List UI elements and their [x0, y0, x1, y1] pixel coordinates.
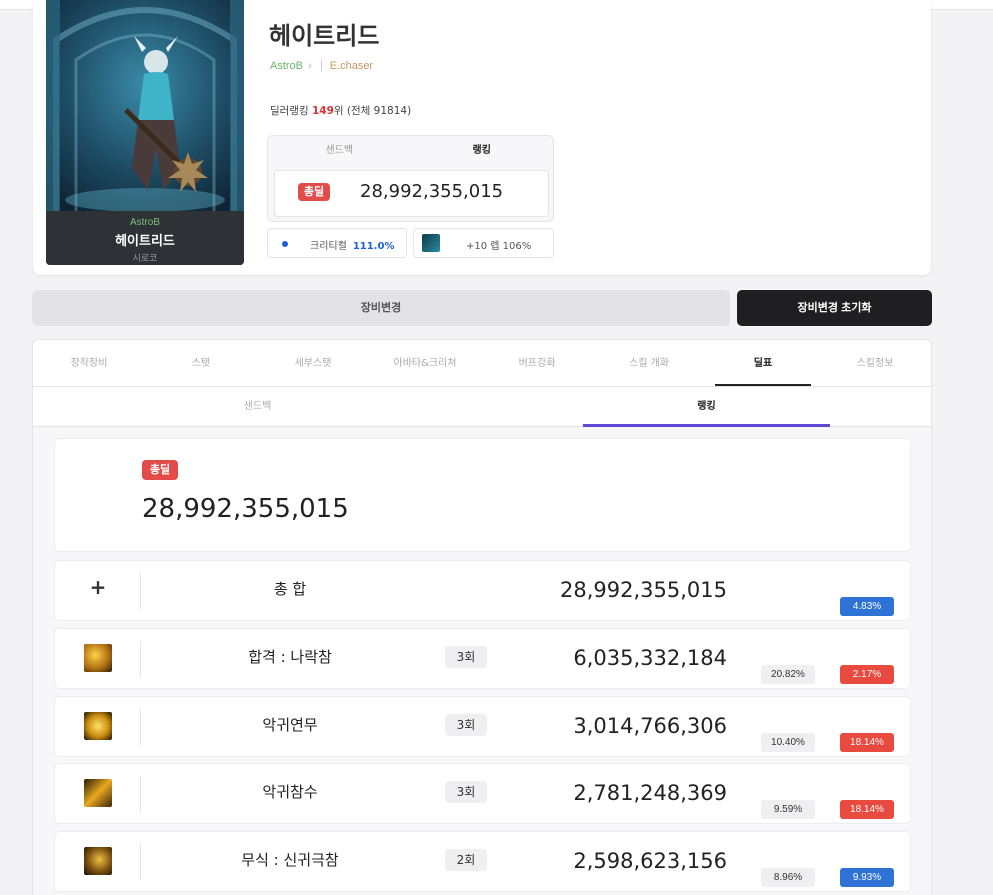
- damage-share: 10.40%: [761, 733, 815, 752]
- plus-icon[interactable]: +: [85, 575, 111, 599]
- skill-damage: 6,035,332,184: [573, 646, 727, 670]
- row-divider: [140, 573, 141, 609]
- skill-name: 악귀참수: [262, 783, 318, 801]
- hit-count: 3회: [445, 646, 487, 668]
- total-damage-value: 28,992,355,015: [360, 181, 504, 202]
- caption-job: 시로코: [132, 254, 158, 264]
- total-card-value: 28,992,355,015: [142, 494, 349, 524]
- hit-count: 3회: [445, 781, 487, 803]
- row-divider: [140, 641, 141, 677]
- adventure-link[interactable]: AstroB: [270, 60, 303, 72]
- change-badge: 2.17%: [840, 665, 894, 684]
- damage-total: 총딜 28,992,355,015: [274, 170, 549, 217]
- ranking-label: 딜러랭킹: [270, 105, 309, 117]
- damage-tab-sandbag[interactable]: 샌드백: [268, 136, 411, 166]
- tab-damage-table[interactable]: 딜표: [707, 340, 819, 387]
- damage-summary-box: 샌드백 랭킹 총딜 28,992,355,015: [267, 135, 554, 222]
- equipment-reset-button[interactable]: 장비변경 초기화: [737, 290, 932, 326]
- change-badge: 18.14%: [840, 800, 894, 819]
- damage-tabs: 샌드백 랭킹: [268, 136, 553, 166]
- tab-buff-enhance[interactable]: 버프강화: [481, 340, 593, 387]
- skill-name: 무식 : 신귀극참: [241, 851, 339, 869]
- skill-damage: 3,014,766,306: [573, 714, 727, 738]
- chevron-right-icon: ›: [308, 60, 312, 72]
- skill-damage: 2,781,248,369: [573, 781, 727, 805]
- skill-akgwichamsu-icon: [84, 779, 112, 807]
- skill-name: 총 합: [273, 580, 307, 598]
- equipment-change-button[interactable]: 장비변경: [32, 290, 730, 326]
- character-art-icon: [46, 0, 244, 211]
- dealer-ranking: 딜러랭킹 149위 (전체 91814): [270, 103, 411, 118]
- total-card-badge: 총딜: [142, 460, 178, 480]
- crit-stat: 크리티컬 111.0%: [267, 228, 407, 258]
- skill-naracham-icon: [84, 644, 112, 672]
- skill-damage: 28,992,355,015: [560, 578, 727, 602]
- ranking-total: (전체 91814): [346, 105, 412, 117]
- damage-share: 8.96%: [761, 868, 815, 887]
- total-damage-card: 총딜 28,992,355,015: [54, 438, 911, 552]
- skill-akgwiyeonmu-icon: [84, 712, 112, 740]
- caption-adventure: AstroB: [129, 217, 160, 228]
- row-divider: [140, 709, 141, 745]
- character-name: 헤이트리드: [269, 22, 380, 50]
- row-divider: [140, 776, 141, 812]
- table-row[interactable]: 악귀연무 3회 3,014,766,306 10.40% 18.14%: [54, 696, 911, 757]
- damage-tab-ranking[interactable]: 랭킹: [411, 136, 554, 166]
- crit-label: 크리티컬: [310, 241, 347, 252]
- damage-share: 20.82%: [761, 665, 815, 684]
- row-divider: [140, 844, 141, 880]
- profile-card: AstroB 헤이트리드 시로코 헤이트리드 AstroB › E.chaser…: [33, 0, 931, 275]
- damage-share: 9.59%: [761, 800, 815, 819]
- element-label: +10 렙 106%: [466, 241, 532, 252]
- tab-active-indicator: [715, 384, 811, 386]
- character-tags: AstroB › E.chaser: [270, 60, 373, 72]
- element-stat: +10 렙 106%: [413, 228, 554, 258]
- tab-skill-bloom[interactable]: 스킬 개화: [593, 340, 705, 387]
- damage-table: 총딜 28,992,355,015 + 총 합 28,992,355,015 4…: [33, 427, 931, 895]
- ranking-unit: 위: [333, 105, 344, 117]
- total-badge: 총딜: [298, 183, 330, 201]
- caption-name: 헤이트리드: [115, 234, 175, 249]
- tab-equipment[interactable]: 장착장비: [33, 340, 145, 387]
- change-badge: 4.83%: [840, 597, 894, 616]
- crit-value: 111.0%: [352, 241, 395, 252]
- change-badge: 18.14%: [840, 733, 894, 752]
- skill-singwigeukcham-icon: [84, 847, 112, 875]
- table-row[interactable]: 합격 : 나락참 3회 6,035,332,184 20.82% 2.17%: [54, 628, 911, 689]
- main-tabs: 장착장비 스탯 세부스탯 아바타&크리쳐 버프강화 스킬 개화 딜표 스킬정보: [33, 340, 931, 387]
- ranking-value: 149: [311, 105, 334, 117]
- table-row[interactable]: 무식 : 신귀극참 2회 2,598,623,156 8.96% 9.93%: [54, 831, 911, 892]
- element-skill-icon: [422, 234, 440, 252]
- table-row[interactable]: + 총 합 28,992,355,015 4.83%: [54, 560, 911, 621]
- skill-name: 악귀연무: [262, 716, 318, 734]
- tab-skill-info[interactable]: 스킬정보: [819, 340, 931, 387]
- change-badge: 9.93%: [840, 868, 894, 887]
- table-row[interactable]: 악귀참수 3회 2,781,248,369 9.59% 18.14%: [54, 763, 911, 824]
- character-caption: AstroB 헤이트리드 시로코: [46, 211, 244, 265]
- sub-tabs: 샌드백 랭킹: [33, 387, 931, 427]
- hit-count: 3회: [445, 714, 487, 736]
- skill-damage: 2,598,623,156: [573, 849, 727, 873]
- crit-dot-icon: [282, 241, 288, 247]
- hit-count: 2회: [445, 849, 487, 871]
- subtab-ranking[interactable]: 랭킹: [482, 387, 931, 427]
- tab-avatar-creature[interactable]: 아바타&크리쳐: [369, 340, 481, 387]
- tab-detail-stats[interactable]: 세부스탯: [257, 340, 369, 387]
- tag-divider: [320, 61, 322, 71]
- tab-stats[interactable]: 스탯: [145, 340, 257, 387]
- skill-name: 합격 : 나락참: [248, 648, 332, 666]
- detail-panel: 장착장비 스탯 세부스탯 아바타&크리쳐 버프강화 스킬 개화 딜표 스킬정보 …: [32, 339, 932, 895]
- guild-link[interactable]: E.chaser: [330, 60, 373, 72]
- character-portrait: AstroB 헤이트리드 시로코: [46, 0, 244, 265]
- subtab-sandbag[interactable]: 샌드백: [33, 387, 482, 427]
